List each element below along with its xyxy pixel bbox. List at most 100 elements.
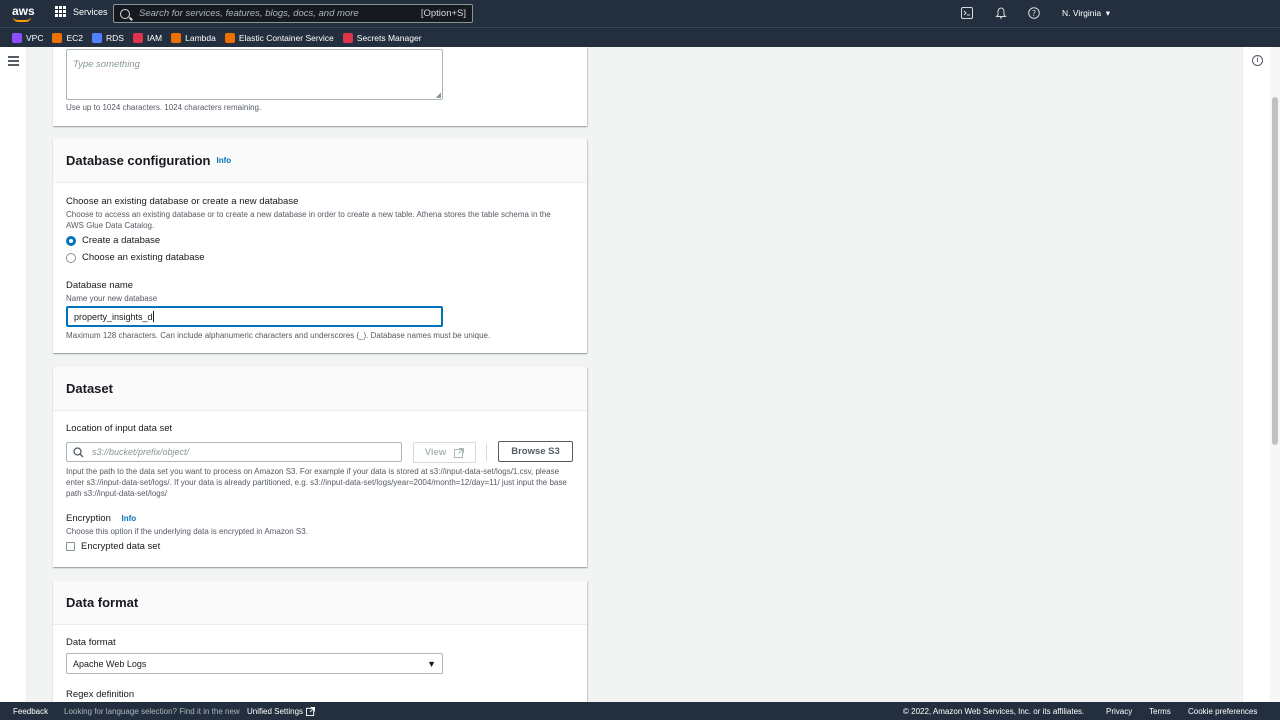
s3-location-input[interactable]: s3://bucket/prefix/object/ [66, 442, 402, 462]
favorite-label: Secrets Manager [356, 32, 422, 43]
panel-header: Database configuration Info [53, 139, 587, 183]
checkbox-label: Encrypted data set [81, 541, 161, 552]
lambda-icon [171, 32, 182, 43]
ecs-icon [224, 32, 235, 43]
privacy-link[interactable]: Privacy [1106, 707, 1132, 716]
radio-create-database[interactable]: Create a database [66, 235, 160, 246]
description-textarea[interactable]: Type something ◢ [66, 49, 443, 100]
help-icon[interactable]: ? [1027, 6, 1041, 20]
language-message: Looking for language selection? Find it … [64, 706, 240, 716]
view-label: View [424, 447, 447, 458]
data-format-panel: Data format Data format Apache Web Logs … [53, 581, 587, 702]
radio-label: Choose an existing database [82, 252, 205, 263]
aws-logo[interactable]: aws [12, 4, 35, 24]
encryption-description: Choose this option if the underlying dat… [66, 527, 308, 536]
favorite-ecs[interactable]: Elastic Container Service [224, 32, 334, 43]
info-icon[interactable]: i [1252, 55, 1263, 66]
regex-definition-label: Regex definition [66, 689, 135, 700]
dataset-panel: Dataset Location of input data set s3://… [53, 367, 587, 567]
encryption-label: Encryption [66, 513, 111, 524]
favorite-lambda[interactable]: Lambda [171, 32, 216, 43]
footer: Feedback Looking for language selection?… [0, 702, 1280, 720]
location-placeholder: s3://bucket/prefix/object/ [92, 447, 190, 457]
database-name-value: property_insights_d [74, 311, 153, 322]
panel-header: Data format [53, 581, 587, 625]
iam-icon [132, 32, 143, 43]
terms-link[interactable]: Terms [1149, 707, 1171, 716]
external-link-icon [306, 706, 316, 716]
cookie-preferences-link[interactable]: Cookie preferences [1188, 707, 1257, 716]
favorite-label: RDS [106, 32, 124, 43]
description-panel: Type something ◢ Use up to 1024 characte… [53, 47, 587, 126]
external-link-icon [454, 447, 465, 458]
favorite-ec2[interactable]: EC2 [52, 32, 83, 43]
feedback-link[interactable]: Feedback [13, 707, 48, 716]
favorites-bar: VPC EC2 RDS IAM Lambda Elastic Container… [0, 27, 1280, 47]
encryption-label-row: Encryption Info [66, 513, 136, 524]
region-selector[interactable]: N. Virginia ▾ [1062, 8, 1110, 19]
data-format-label: Data format [66, 637, 116, 648]
location-label: Location of input data set [66, 423, 173, 434]
divider [486, 444, 487, 461]
aws-smile-icon [13, 17, 31, 22]
unified-settings-link[interactable]: Unified Settings [247, 706, 316, 716]
location-description: Input the path to the data set you want … [66, 467, 567, 498]
caret-down-icon: ▾ [1103, 8, 1111, 18]
cloudshell-icon[interactable] [960, 6, 974, 20]
ec2-icon [52, 32, 63, 43]
radio-label: Create a database [82, 235, 161, 246]
panel-title: Database configuration [66, 153, 211, 168]
vpc-icon [12, 32, 22, 43]
scrollbar-thumb[interactable] [1272, 97, 1278, 445]
panel-header: Dataset [53, 367, 587, 411]
services-label: Services [73, 6, 108, 17]
database-name-label: Database name [66, 280, 134, 291]
search-placeholder: Search for services, features, blogs, do… [139, 8, 359, 19]
aws-logo-text: aws [12, 4, 35, 18]
database-name-input[interactable]: property_insights_d [66, 306, 443, 327]
data-format-select[interactable]: Apache Web Logs ▼ [66, 653, 443, 674]
secrets-manager-icon [342, 32, 353, 43]
encrypted-checkbox[interactable]: Encrypted data set [66, 541, 160, 552]
view-button[interactable]: View [413, 442, 476, 463]
info-link[interactable]: Info [216, 156, 231, 165]
browse-s3-button[interactable]: Browse S3 [498, 441, 573, 462]
favorite-label: Elastic Container Service [238, 32, 334, 43]
favorite-label: VPC [26, 32, 44, 43]
database-name-description: Name your new database [66, 294, 158, 303]
favorite-iam[interactable]: IAM [132, 32, 163, 43]
search-icon [120, 8, 130, 19]
rds-icon [92, 32, 103, 43]
radio-unselected-icon [66, 252, 76, 263]
services-menu-button[interactable]: Services [55, 6, 108, 17]
caret-down-icon: ▼ [427, 658, 436, 669]
text-cursor [152, 311, 154, 322]
unified-settings-label: Unified Settings [247, 706, 304, 716]
left-navigation-rail [0, 47, 27, 702]
favorite-secrets-manager[interactable]: Secrets Manager [342, 32, 422, 43]
data-format-value: Apache Web Logs [73, 658, 147, 669]
favorite-label: Lambda [185, 32, 216, 43]
right-help-rail: i [1242, 47, 1270, 702]
panel-title: Dataset [66, 381, 113, 396]
favorite-label: IAM [146, 32, 163, 43]
panel-title: Data format [66, 595, 139, 610]
copyright-text: © 2022, Amazon Web Services, Inc. or its… [903, 706, 1085, 716]
menu-icon[interactable] [8, 56, 19, 68]
grid-icon [55, 6, 66, 17]
info-link[interactable]: Info [122, 514, 137, 523]
page-scrollbar[interactable] [1270, 47, 1280, 702]
region-label: N. Virginia [1062, 8, 1102, 18]
favorite-vpc[interactable]: VPC [12, 32, 44, 43]
database-name-hint: Maximum 128 characters. Can include alph… [66, 331, 491, 340]
description-hint: Use up to 1024 characters. 1024 characte… [66, 103, 262, 112]
global-search-input[interactable]: Search for services, features, blogs, do… [113, 4, 473, 23]
choose-database-label: Choose an existing database or create a … [66, 196, 299, 207]
checkbox-unchecked-icon [66, 542, 75, 551]
radio-existing-database[interactable]: Choose an existing database [66, 252, 205, 263]
database-configuration-panel: Database configuration Info Choose an ex… [53, 139, 587, 353]
bell-icon[interactable] [994, 6, 1008, 20]
resize-handle-icon[interactable]: ◢ [436, 91, 441, 99]
search-icon [73, 446, 84, 457]
favorite-rds[interactable]: RDS [92, 32, 124, 43]
